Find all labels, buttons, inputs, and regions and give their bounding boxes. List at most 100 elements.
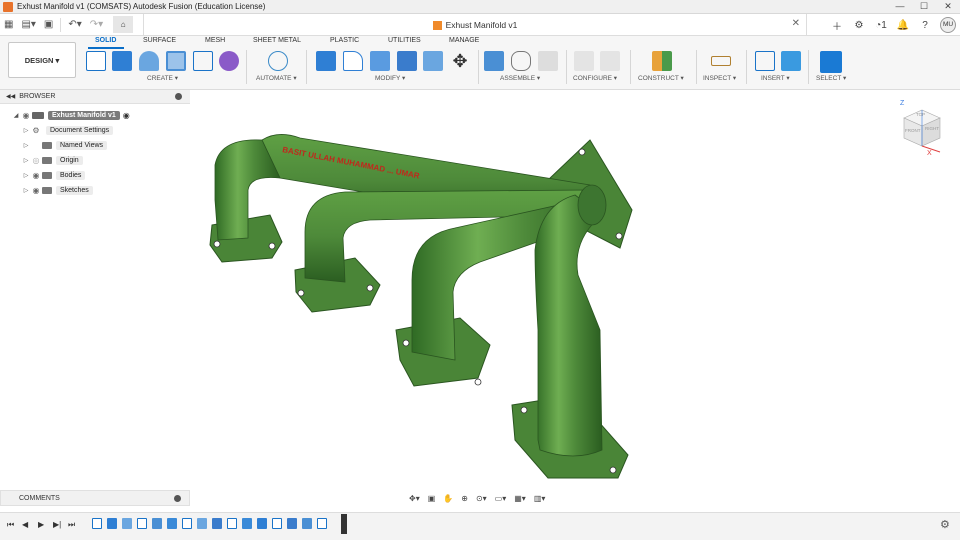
timeline-feature[interactable]	[272, 518, 282, 529]
group-construct[interactable]: CONSTRUCT ▾	[638, 74, 684, 82]
orbit-icon[interactable]: ✥▾	[406, 494, 423, 503]
tree-item-sketches[interactable]: ▷ ◉ Sketches	[22, 183, 212, 197]
timeline-feature[interactable]	[317, 518, 327, 529]
minimize-button[interactable]: —	[888, 0, 912, 14]
group-select[interactable]: SELECT ▾	[816, 74, 846, 82]
tab-sheet-metal[interactable]: SHEET METAL	[253, 37, 301, 44]
tab-surface[interactable]: SURFACE	[143, 37, 176, 44]
tree-item-named-views[interactable]: ▷ Named Views	[22, 138, 212, 152]
joint-icon[interactable]	[511, 51, 531, 71]
timeline-feature[interactable]	[227, 518, 237, 529]
tab-utilities[interactable]: UTILITIES	[388, 37, 421, 44]
help-icon[interactable]: ?	[914, 20, 936, 31]
zoom-icon[interactable]: ⊕	[458, 494, 471, 503]
timeline-feature[interactable]	[182, 518, 192, 529]
visibility-eye-icon[interactable]: ◉	[30, 186, 42, 195]
measure-icon[interactable]	[711, 56, 731, 66]
revolve-icon[interactable]	[139, 51, 159, 71]
expand-arrow-icon[interactable]: ▷	[22, 142, 30, 149]
tab-plastic[interactable]: PLASTIC	[330, 37, 359, 44]
timeline-feature[interactable]	[287, 518, 297, 529]
canvas-viewport[interactable]: BASIT ULLAH MUHAMMAD ... UMAR	[190, 90, 960, 512]
fit-icon[interactable]: ⊙▾	[473, 494, 490, 503]
pan-icon[interactable]: ✋	[440, 494, 456, 503]
display-settings-icon[interactable]: ▭▾	[492, 494, 510, 503]
avatar[interactable]: MU	[940, 17, 956, 33]
job-status-icon[interactable]: ◔1	[870, 20, 892, 31]
pin-icon[interactable]	[175, 93, 182, 100]
home-icon[interactable]: ⌂	[113, 16, 134, 33]
form-icon[interactable]	[219, 51, 239, 71]
timeline-feature[interactable]	[167, 518, 177, 529]
tree-item-bodies[interactable]: ▷ ◉ Bodies	[22, 168, 212, 182]
tree-item-origin[interactable]: ▷ ◎ Origin	[22, 153, 212, 167]
tree-item-root[interactable]: ◢ ◉ Exhust Manifold v1 ◉	[12, 108, 202, 122]
offset-plane-icon[interactable]	[652, 51, 672, 71]
visibility-eye-icon[interactable]: ◉	[30, 171, 42, 180]
insert-derive-icon[interactable]	[755, 51, 775, 71]
create-sketch-icon[interactable]	[86, 51, 106, 71]
group-insert[interactable]: INSERT ▾	[761, 74, 790, 82]
chamfer-icon[interactable]	[370, 51, 390, 71]
extrude-icon[interactable]	[112, 51, 132, 71]
visibility-eye-icon[interactable]: ◉	[20, 111, 32, 120]
new-tab-icon[interactable]: ＋	[826, 18, 848, 33]
pattern-icon[interactable]	[193, 51, 213, 71]
group-assemble[interactable]: ASSEMBLE ▾	[500, 74, 540, 82]
go-to-end-icon[interactable]: ⏭	[68, 520, 75, 530]
expand-arrow-icon[interactable]: ▷	[22, 157, 30, 164]
configuration-table-icon[interactable]	[600, 51, 620, 71]
tree-item-document-settings[interactable]: ▷ ⚙ Document Settings	[22, 123, 212, 137]
group-automate[interactable]: AUTOMATE ▾	[256, 74, 297, 82]
comments-panel[interactable]: COMMENTS	[0, 490, 190, 506]
step-back-icon[interactable]: ◀	[22, 520, 28, 529]
face-top-label[interactable]: TOP	[916, 112, 925, 117]
insert-image-icon[interactable]	[781, 51, 801, 71]
expand-arrow-icon[interactable]: ▷	[22, 172, 30, 179]
hidden-eye-icon[interactable]: ◎	[30, 156, 42, 165]
tab-solid[interactable]: SOLID	[95, 37, 116, 44]
select-icon[interactable]	[820, 51, 842, 73]
face-right-label[interactable]: RIGHT	[925, 126, 939, 131]
grid-icon[interactable]: ▦▾	[511, 494, 529, 503]
maximize-button[interactable]: ☐	[912, 0, 936, 14]
fillet-icon[interactable]	[343, 51, 363, 71]
step-forward-icon[interactable]: ▶|	[53, 520, 61, 529]
extensions-icon[interactable]: ⚙	[848, 20, 870, 31]
save-icon[interactable]: ▣	[40, 17, 57, 33]
timeline-feature[interactable]	[197, 518, 207, 529]
configure-icon[interactable]	[574, 51, 594, 71]
timeline-feature[interactable]	[92, 518, 102, 529]
timeline-feature[interactable]	[152, 518, 162, 529]
activate-radio-icon[interactable]: ◉	[123, 111, 130, 120]
notifications-icon[interactable]: 🔔	[892, 20, 914, 31]
pin-icon[interactable]	[174, 495, 181, 502]
exhaust-manifold-model[interactable]: BASIT ULLAH MUHAMMAD ... UMAR	[190, 90, 960, 512]
group-configure[interactable]: CONFIGURE ▾	[573, 74, 617, 82]
gear-icon[interactable]: ⚙	[940, 518, 950, 531]
timeline-marker[interactable]	[341, 514, 347, 534]
close-window-button[interactable]: ✕	[936, 0, 960, 14]
viewports-icon[interactable]: ▥▾	[531, 494, 549, 503]
collapse-browser-icon[interactable]: ◀◀	[6, 93, 15, 100]
go-to-start-icon[interactable]: ⏮	[7, 520, 14, 530]
document-tab[interactable]: Exhust Manifold v1 ✕	[143, 14, 807, 36]
expand-arrow-icon[interactable]: ▷	[22, 187, 30, 194]
undo-icon[interactable]: ↶▾	[64, 17, 85, 33]
timeline-feature[interactable]	[242, 518, 252, 529]
timeline-feature[interactable]	[137, 518, 147, 529]
browser-header[interactable]: ◀◀ BROWSER	[0, 90, 190, 104]
face-front-label[interactable]: FRONT	[905, 128, 921, 133]
tab-mesh[interactable]: MESH	[205, 37, 225, 44]
group-create[interactable]: CREATE ▾	[147, 74, 178, 82]
expand-arrow-icon[interactable]: ▷	[22, 127, 30, 134]
view-cube[interactable]: Z X TOP FRONT RIGHT	[900, 100, 944, 158]
timeline-feature[interactable]	[122, 518, 132, 529]
timeline-feature[interactable]	[107, 518, 117, 529]
close-tab-icon[interactable]: ✕	[792, 18, 800, 29]
collapse-arrow-icon[interactable]: ◢	[12, 112, 20, 119]
workspace-switcher[interactable]: DESIGN ▾	[8, 42, 76, 78]
group-modify[interactable]: MODIFY ▾	[375, 74, 405, 82]
shell-icon[interactable]	[397, 51, 417, 71]
timeline-feature[interactable]	[212, 518, 222, 529]
